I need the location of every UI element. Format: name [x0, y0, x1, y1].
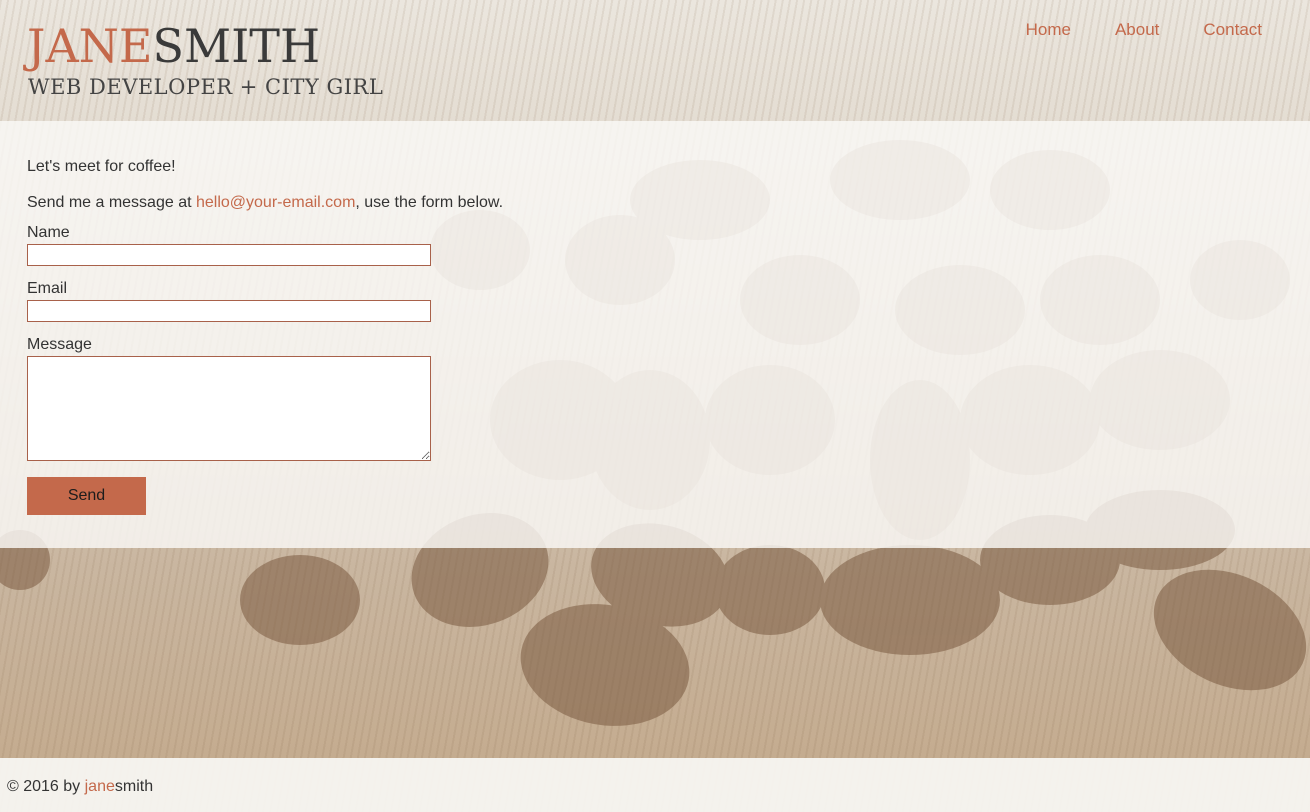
site-logo[interactable]: JANESMITH: [27, 18, 320, 74]
logo-last-name: SMITH: [152, 19, 321, 73]
footer-first-name: jane: [84, 778, 115, 795]
message-label: Message: [27, 336, 92, 353]
send-message-text: Send me a message at hello@your-email.co…: [27, 194, 503, 212]
site-footer: © 2016 by janesmith: [0, 758, 1310, 812]
contact-form: Name Email Message Send: [27, 224, 503, 515]
copyright-prefix: © 2016 by: [7, 778, 85, 795]
main-nav: Home About Contact: [1026, 20, 1262, 40]
contact-content: Let's meet for coffee! Send me a message…: [27, 158, 503, 515]
copyright-text: © 2016 by janesmith: [7, 778, 153, 796]
send-suffix: , use the form below.: [355, 194, 504, 211]
message-textarea[interactable]: [27, 356, 431, 461]
intro-text: Let's meet for coffee!: [27, 158, 176, 175]
name-label: Name: [27, 224, 70, 241]
name-input[interactable]: [27, 244, 431, 266]
email-input[interactable]: [27, 300, 431, 322]
send-button[interactable]: Send: [27, 477, 146, 515]
email-label: Email: [27, 280, 68, 297]
nav-contact-link[interactable]: Contact: [1203, 20, 1262, 40]
logo-first-name: JANE: [27, 19, 153, 73]
send-prefix: Send me a message at: [27, 194, 196, 211]
site-tagline: WEB DEVELOPER + CITY GIRL: [28, 75, 384, 99]
nav-about-link[interactable]: About: [1115, 20, 1159, 40]
site-header: JANESMITH WEB DEVELOPER + CITY GIRL Home…: [0, 0, 1310, 121]
email-link[interactable]: hello@your-email.com: [196, 194, 355, 211]
contact-section: Let's meet for coffee! Send me a message…: [0, 121, 1310, 548]
footer-last-name: smith: [114, 778, 154, 795]
nav-home-link[interactable]: Home: [1026, 20, 1071, 40]
